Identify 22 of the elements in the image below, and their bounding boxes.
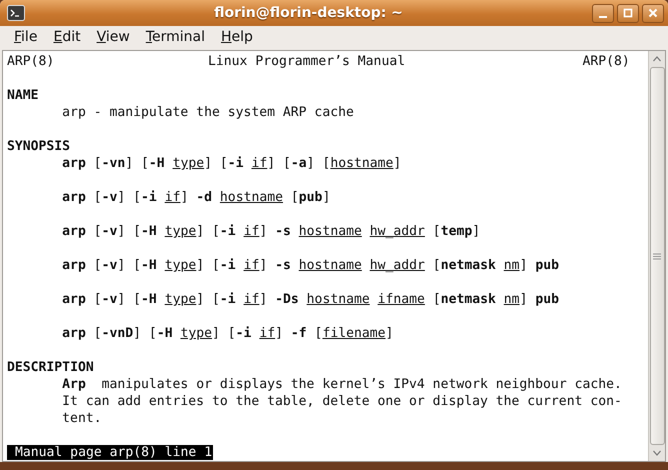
menu-item[interactable]: File xyxy=(6,27,46,47)
manual-line: arp [-v] [-H type] [-i if] -s hostname hw_addr [netmask nm] pub xyxy=(62,258,559,273)
menu-item[interactable]: View xyxy=(88,27,138,47)
manual-line: tent. xyxy=(62,411,102,426)
menu-item[interactable]: Help xyxy=(213,27,261,47)
manual-line: arp - manipulate the system ARP cache xyxy=(62,105,354,120)
manual-line: arp [-v] [-i if] -d hostname [pub] xyxy=(62,190,330,205)
section-heading: NAME xyxy=(7,88,39,103)
manual-line: Arp manipulates or displays the kernel’s IPv4 network neighbour cache. xyxy=(62,377,622,392)
section-heading: DESCRIPTION xyxy=(7,360,94,375)
page-header-right: ARP(8) xyxy=(582,53,630,70)
menu-item[interactable]: Terminal xyxy=(138,27,213,47)
manual-line: It can add entries to the table, delete one or display the current con- xyxy=(62,394,622,409)
window-title: florin@florin-desktop: ~ xyxy=(213,5,404,21)
page-header-title: Linux Programmer’s Manual xyxy=(208,53,406,70)
section-heading: SYNOPSIS xyxy=(7,139,70,154)
manual-line: arp [-vnD] [-H type] [-i if] -f [filename] xyxy=(62,326,394,341)
manual-line: arp [-vn] [-H type] [-i if] [-a] [hostname] xyxy=(62,156,402,171)
manual-line: arp [-v] [-H type] [-i if] -s hostname hw_addr [temp] xyxy=(62,224,480,239)
page-header-left: ARP(8) xyxy=(7,53,54,70)
manual-line: arp [-v] [-H type] [-i if] -Ds hostname ifname [netmask nm] pub xyxy=(62,292,560,307)
menu-item[interactable]: Edit xyxy=(45,27,89,47)
